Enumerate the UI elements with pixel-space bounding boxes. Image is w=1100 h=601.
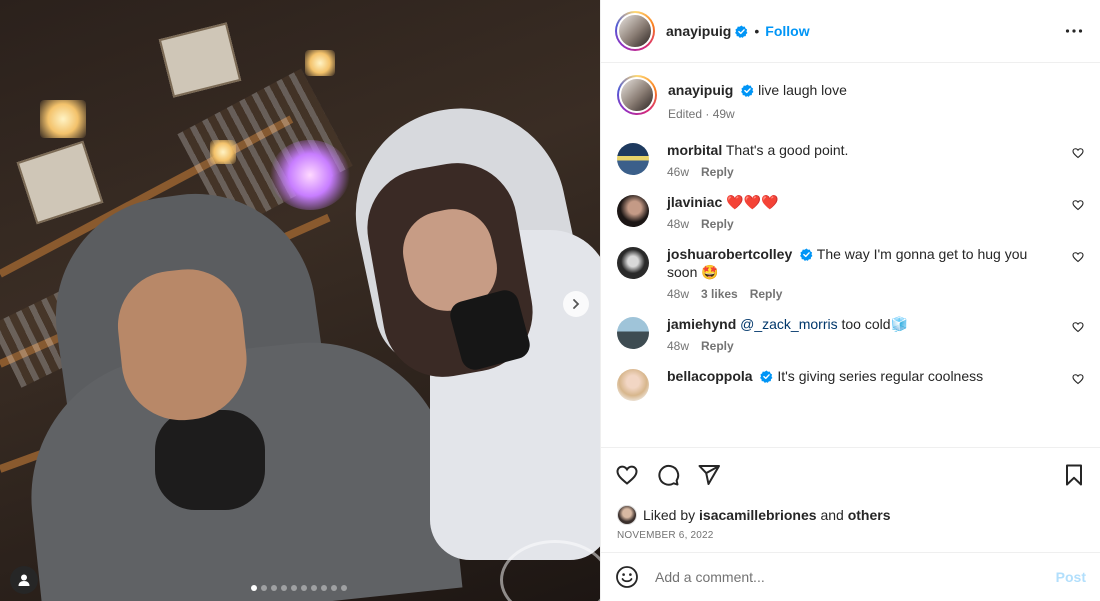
comment-likes[interactable]: 3 likes	[701, 287, 738, 301]
verified-badge-icon	[741, 84, 754, 97]
post-caption: anayipuig live laugh love Edited · 49w	[617, 75, 1084, 121]
commenter-avatar[interactable]	[617, 369, 649, 401]
commenter-username[interactable]: jlaviniac	[667, 194, 722, 210]
liked-by-others-link[interactable]: others	[848, 507, 891, 523]
photo-person-left-shirt	[155, 410, 265, 510]
verified-badge-icon	[800, 248, 813, 261]
like-heart-icon[interactable]	[615, 463, 639, 487]
carousel-dot	[311, 585, 317, 591]
add-comment-bar: Post	[601, 552, 1100, 601]
reply-button[interactable]: Reply	[701, 165, 734, 179]
comment-row: jlaviniac ❤️❤️❤️ 48w Reply	[617, 193, 1084, 231]
carousel-dots	[251, 585, 347, 591]
post-actions	[601, 447, 1100, 502]
photo-neon-light	[270, 140, 350, 210]
like-comment-heart-icon[interactable]	[1072, 251, 1084, 263]
photo-lamp	[40, 100, 86, 138]
commenter-avatar[interactable]	[617, 143, 649, 175]
comment-text: too cold🧊	[837, 316, 908, 332]
commenter-username[interactable]: jamiehynd	[667, 316, 736, 332]
follow-button[interactable]: Follow	[765, 23, 809, 39]
comments-list[interactable]: anayipuig live laugh love Edited · 49w m…	[601, 63, 1100, 447]
commenter-avatar[interactable]	[617, 195, 649, 227]
post-details-panel: anayipuig • Follow anayipuig live laugh …	[600, 0, 1100, 601]
comment-time[interactable]: 46w	[667, 165, 689, 179]
commenter-avatar[interactable]	[617, 317, 649, 349]
carousel-dot	[251, 585, 257, 591]
comment-text: It's giving series regular coolness	[777, 368, 984, 384]
post-header: anayipuig • Follow	[601, 0, 1100, 63]
caption-username[interactable]: anayipuig	[668, 82, 733, 98]
comment-text: ❤️❤️❤️	[726, 194, 779, 210]
carousel-dot	[301, 585, 307, 591]
caption-text: live laugh love	[758, 82, 847, 98]
more-horizontal-icon	[1065, 29, 1083, 33]
emoji-smiley-icon[interactable]	[615, 565, 639, 589]
carousel-dot	[271, 585, 277, 591]
carousel-dot	[341, 585, 347, 591]
share-paper-plane-icon[interactable]	[697, 463, 721, 487]
author-avatar[interactable]	[615, 11, 655, 51]
carousel-dot	[281, 585, 287, 591]
photo-lamp	[210, 140, 236, 164]
commenter-username[interactable]: joshuarobertcolley	[667, 246, 792, 262]
add-comment-input[interactable]	[655, 569, 1056, 585]
post-photo[interactable]	[0, 0, 600, 601]
post-comment-button[interactable]: Post	[1056, 569, 1086, 585]
bookmark-icon[interactable]	[1062, 463, 1086, 487]
comment-row: morbital That's a good point. 46w Reply	[617, 141, 1084, 179]
comment-text: That's a good point.	[725, 142, 849, 158]
tagged-users-button[interactable]	[10, 566, 38, 594]
chevron-right-icon	[573, 299, 580, 309]
user-icon	[18, 574, 30, 586]
carousel-dot	[291, 585, 297, 591]
post-modal: anayipuig • Follow anayipuig live laugh …	[0, 0, 1100, 601]
comment-mention-link[interactable]: @_zack_morris	[740, 316, 837, 332]
liked-by-and: and	[820, 507, 844, 523]
liked-by-summary: Liked by isacamillebriones and others	[601, 502, 1100, 528]
commenter-username[interactable]: bellacoppola	[667, 368, 753, 384]
post-date[interactable]: NOVEMBER 6, 2022	[601, 528, 1100, 552]
like-comment-heart-icon[interactable]	[1072, 147, 1084, 159]
more-options-button[interactable]	[1064, 21, 1084, 41]
next-slide-button[interactable]	[563, 291, 589, 317]
carousel-dot	[261, 585, 267, 591]
commenter-avatar[interactable]	[617, 247, 649, 279]
comment-row: joshuarobertcolley The way I'm gonna get…	[617, 245, 1084, 301]
caption-author-avatar[interactable]	[617, 75, 657, 115]
liker-avatar[interactable]	[617, 505, 637, 525]
comment-time[interactable]: 48w	[667, 339, 689, 353]
reply-button[interactable]: Reply	[701, 339, 734, 353]
carousel-dot	[331, 585, 337, 591]
author-username[interactable]: anayipuig	[666, 23, 731, 39]
caption-meta: Edited · 49w	[668, 107, 735, 121]
reply-button[interactable]: Reply	[750, 287, 783, 301]
like-comment-heart-icon[interactable]	[1072, 373, 1084, 385]
carousel-dot	[321, 585, 327, 591]
liked-by-prefix: Liked by	[643, 507, 696, 523]
liked-by-user-link[interactable]: isacamillebriones	[699, 507, 817, 523]
like-comment-heart-icon[interactable]	[1072, 199, 1084, 211]
verified-badge-icon	[735, 25, 748, 38]
reply-button[interactable]: Reply	[701, 217, 734, 231]
header-separator: •	[754, 23, 760, 39]
comment-bubble-icon[interactable]	[656, 463, 680, 487]
comment-time[interactable]: 48w	[667, 287, 689, 301]
commenter-username[interactable]: morbital	[667, 142, 722, 158]
comment-time[interactable]: 48w	[667, 217, 689, 231]
like-comment-heart-icon[interactable]	[1072, 321, 1084, 333]
verified-badge-icon	[760, 370, 773, 383]
photo-lamp	[305, 50, 335, 76]
comment-row: bellacoppola It's giving series regular …	[617, 367, 1084, 401]
comment-row: jamiehynd @_zack_morris too cold🧊 48w Re…	[617, 315, 1084, 353]
